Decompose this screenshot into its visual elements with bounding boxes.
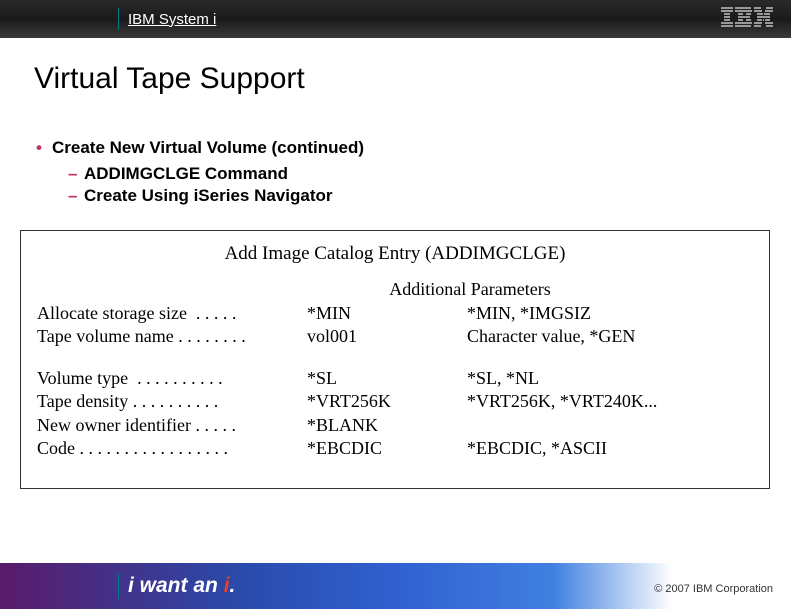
param-row: Allocate storage size . . . . . *MIN *MI… xyxy=(37,302,753,325)
command-panel: Add Image Catalog Entry (ADDIMGCLGE) Add… xyxy=(20,230,770,489)
ibm-logo-icon xyxy=(721,7,773,31)
param-group-2: Volume type . . . . . . . . . . *SL *SL,… xyxy=(37,367,753,461)
param-options: *SL, *NL xyxy=(467,367,753,390)
bullet-sub-1: ADDIMGCLGE Command xyxy=(68,164,755,184)
param-group-1: Allocate storage size . . . . . *MIN *MI… xyxy=(37,302,753,349)
bullet-sub-2: Create Using iSeries Navigator xyxy=(68,186,755,206)
content-area: Create New Virtual Volume (continued) AD… xyxy=(36,138,755,489)
param-value: *BLANK xyxy=(307,414,467,437)
param-value: *SL xyxy=(307,367,467,390)
param-row: Code . . . . . . . . . . . . . . . . . *… xyxy=(37,437,753,460)
footer-bar: i want an i. © 2007 IBM Corporation xyxy=(0,563,791,609)
param-value: *VRT256K xyxy=(307,390,467,413)
param-row: Tape density . . . . . . . . . . *VRT256… xyxy=(37,390,753,413)
slogan-post: . xyxy=(230,574,236,597)
param-value: *MIN xyxy=(307,302,467,325)
param-label: New owner identifier . . . . . xyxy=(37,414,307,437)
copyright-text: © 2007 IBM Corporation xyxy=(654,583,773,595)
param-options: *VRT256K, *VRT240K... xyxy=(467,390,753,413)
system-label: IBM System i xyxy=(128,11,216,28)
param-label: Volume type . . . . . . . . . . xyxy=(37,367,307,390)
header-bar: IBM System i xyxy=(0,0,791,38)
param-value: *EBCDIC xyxy=(307,437,467,460)
param-row: New owner identifier . . . . . *BLANK xyxy=(37,414,753,437)
param-options: *MIN, *IMGSIZ xyxy=(467,302,753,325)
param-row: Volume type . . . . . . . . . . *SL *SL,… xyxy=(37,367,753,390)
slogan-pre: i want an xyxy=(128,574,224,597)
footer-divider xyxy=(118,573,119,599)
header-divider xyxy=(118,8,119,30)
param-options: Character value, *GEN xyxy=(467,325,753,348)
bullet-main: Create New Virtual Volume (continued) xyxy=(36,138,755,158)
param-row: Tape volume name . . . . . . . . vol001 … xyxy=(37,325,753,348)
param-options: *EBCDIC, *ASCII xyxy=(467,437,753,460)
param-value: vol001 xyxy=(307,325,467,348)
param-label: Code . . . . . . . . . . . . . . . . . xyxy=(37,437,307,460)
panel-title: Add Image Catalog Entry (ADDIMGCLGE) xyxy=(37,243,753,265)
panel-subtitle: Additional Parameters xyxy=(187,279,753,300)
param-label: Tape density . . . . . . . . . . xyxy=(37,390,307,413)
footer-slogan: i want an i. xyxy=(128,574,235,598)
param-label: Tape volume name . . . . . . . . xyxy=(37,325,307,348)
param-label: Allocate storage size . . . . . xyxy=(37,302,307,325)
page-title: Virtual Tape Support xyxy=(34,62,791,96)
